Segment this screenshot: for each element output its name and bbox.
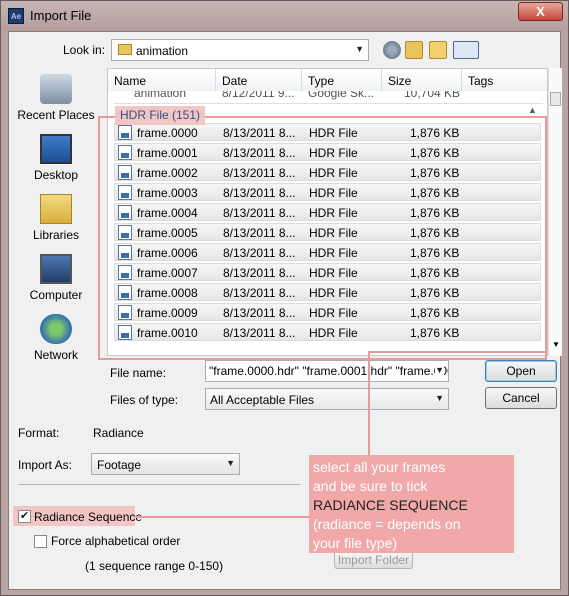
libraries-icon [40, 194, 72, 224]
file-name: animation [134, 91, 187, 100]
file-name-input[interactable]: "frame.0000.hdr" "frame.0001.hdr" "frame… [205, 360, 449, 382]
callout-connector-top [368, 351, 370, 455]
section-divider [18, 484, 300, 485]
back-icon[interactable] [383, 41, 401, 59]
dialog-title: Import File [30, 8, 92, 23]
folder-icon [118, 44, 132, 55]
place-recent-places[interactable]: Recent Places [13, 74, 99, 122]
callout-connector-list [368, 351, 546, 353]
chevron-down-icon: ▼ [355, 44, 364, 54]
force-alphabetical-order-label: Force alphabetical order [51, 534, 181, 548]
places-bar: Recent Places Desktop Libraries Computer… [13, 68, 99, 368]
callout-line-emphasis: RADIANCE SEQUENCE [313, 497, 468, 513]
sequence-range-text: (1 sequence range 0-150) [85, 559, 224, 573]
cancel-button[interactable]: Cancel [485, 387, 557, 409]
view-menu-icon[interactable] [453, 41, 479, 59]
files-of-type-label: Files of type: [110, 393, 179, 407]
file-date: 8/12/2011 9... [222, 91, 295, 100]
column-header-size[interactable]: Size [382, 69, 462, 91]
scroll-down-icon[interactable]: ▼ [552, 340, 560, 349]
look-in-value: animation [136, 44, 189, 58]
callout-line: (radiance = depends on [313, 516, 461, 532]
dialog-body: Look in: animation ▼ Recent Places Deskt… [8, 31, 562, 590]
import-as-label: Import As: [18, 458, 73, 472]
file-type: Google Sk... [308, 91, 375, 100]
files-of-type-dropdown[interactable]: All Acceptable Files ▼ [205, 388, 449, 410]
group-header-hdr-file[interactable]: HDR File (151) [115, 106, 205, 125]
group-divider [114, 103, 543, 104]
radiance-sequence-checkbox[interactable]: ✔ [18, 510, 31, 523]
close-button[interactable]: X [518, 2, 563, 21]
file-list-scrollbar[interactable]: ▼ [548, 68, 562, 356]
look-in-dropdown[interactable]: animation ▼ [111, 39, 369, 61]
look-in-label: Look in: [63, 43, 106, 57]
scroll-thumb[interactable] [550, 92, 561, 106]
file-name-value: "frame.0000.hdr" "frame.0001.hdr" "frame… [209, 364, 449, 378]
desktop-icon [40, 134, 72, 164]
import-file-dialog: Ae Import File X Look in: animation ▼ Re… [0, 0, 569, 596]
file-name-label: File name: [110, 366, 167, 380]
recent-places-icon [40, 74, 72, 104]
import-as-value: Footage [97, 458, 142, 472]
radiance-sequence-label: Radiance Sequence [34, 510, 143, 524]
place-desktop[interactable]: Desktop [13, 134, 99, 182]
place-label: Network [33, 348, 78, 362]
after-effects-app-icon: Ae [8, 8, 24, 24]
callout-line: select all your frames [313, 459, 446, 475]
import-as-dropdown[interactable]: Footage ▼ [91, 453, 240, 475]
file-size: 10,704 KB [404, 91, 461, 100]
column-header-tags[interactable]: Tags [462, 69, 547, 91]
chevron-down-icon: ▼ [226, 458, 235, 468]
callout-line: and be sure to tick [313, 478, 428, 494]
callout-line: your file type) [313, 535, 398, 551]
place-label: Computer [29, 288, 83, 302]
place-libraries[interactable]: Libraries [13, 194, 99, 242]
chevron-down-icon: ▼ [435, 365, 444, 375]
format-value: Radiance [93, 426, 144, 440]
open-button[interactable]: Open [485, 360, 557, 382]
column-header-name[interactable]: Name [108, 69, 216, 91]
column-header-date[interactable]: Date [216, 69, 302, 91]
callout-connector-sequence [135, 516, 309, 518]
title-bar[interactable]: Ae Import File X [1, 1, 568, 31]
computer-icon [40, 254, 72, 284]
collapse-group-icon[interactable]: ▲ [528, 105, 537, 115]
place-network[interactable]: Network [13, 314, 99, 362]
instruction-callout: select all your frames and be sure to ti… [309, 455, 514, 553]
new-folder-icon[interactable] [429, 41, 447, 59]
chevron-down-icon: ▼ [435, 393, 444, 403]
files-of-type-value: All Acceptable Files [210, 393, 315, 407]
annotation-highlight-files [98, 116, 547, 360]
up-folder-icon[interactable] [405, 41, 423, 59]
place-label: Recent Places [17, 108, 95, 122]
place-label: Libraries [32, 228, 80, 242]
import-folder-button[interactable]: Import Folder [334, 551, 413, 569]
network-icon [40, 314, 72, 344]
partial-file-row[interactable]: animation 8/12/2011 9... Google Sk... 10… [108, 91, 547, 103]
column-header-type[interactable]: Type [302, 69, 382, 91]
format-label: Format: [18, 426, 60, 440]
place-computer[interactable]: Computer [13, 254, 99, 302]
place-label: Desktop [33, 168, 79, 182]
force-alphabetical-order-checkbox[interactable] [34, 535, 47, 548]
